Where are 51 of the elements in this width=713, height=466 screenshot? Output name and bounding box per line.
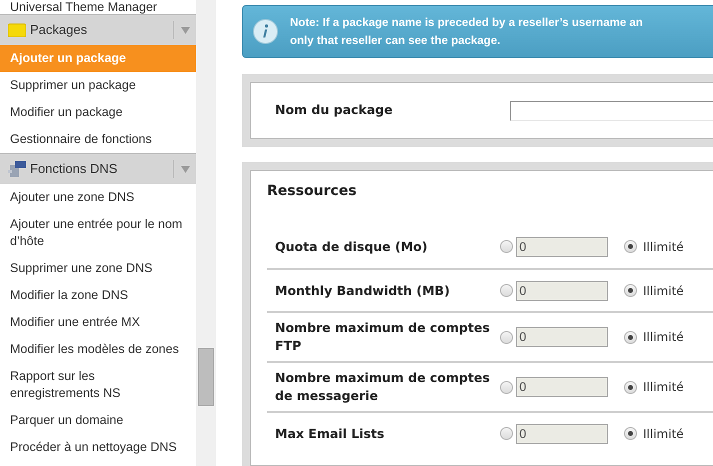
radio-button[interactable] xyxy=(500,240,513,254)
folder-icon xyxy=(8,23,26,37)
menu-item[interactable]: Universal Theme Manager xyxy=(0,0,196,14)
input-field[interactable]: 0 xyxy=(516,424,608,444)
caret-icon xyxy=(180,26,190,34)
menu-item[interactable]: Supprimer un package xyxy=(0,72,196,99)
section-header[interactable]: Packages xyxy=(0,14,196,45)
option-label: Illimité xyxy=(643,238,684,256)
menu-item[interactable]: Procéder à un nettoyage DNS xyxy=(0,434,196,461)
radio-button[interactable] xyxy=(624,380,637,394)
radio-button[interactable] xyxy=(500,427,513,440)
input-field[interactable]: 0 xyxy=(516,327,608,348)
radio-button[interactable] xyxy=(500,330,513,344)
input-field[interactable] xyxy=(510,100,713,121)
menu-item[interactable]: Ajouter une entrée pour le nom d’hôte xyxy=(0,211,196,255)
field-label: Quota de disque (Mo) xyxy=(275,238,428,256)
server-icon xyxy=(8,161,26,177)
option-label: Illimité xyxy=(643,329,684,346)
input-field[interactable]: 0 xyxy=(516,377,608,398)
menu-item[interactable]: Rapport sur les enregistrements NS xyxy=(0,363,196,407)
scrollbar-thumb[interactable] xyxy=(198,348,214,406)
menu-item[interactable]: Modifier une entrée MX xyxy=(0,309,196,336)
menu-item[interactable]: Gestionnaire de fonctions xyxy=(0,126,196,153)
radio-button[interactable] xyxy=(624,330,637,344)
menu-item[interactable]: Supprimer une zone DNS xyxy=(0,255,196,282)
input-field[interactable]: 0 xyxy=(516,236,608,257)
radio-button[interactable] xyxy=(624,284,637,298)
radio-button[interactable] xyxy=(624,427,637,440)
note-text: only that reseller can see the package. xyxy=(290,34,502,49)
menu-item[interactable]: Parquer un domaine xyxy=(0,407,196,434)
section-header[interactable]: Fonctions DNS xyxy=(0,153,196,184)
field-label: Nom du package xyxy=(275,101,394,120)
option-label: Illimité xyxy=(643,426,684,443)
field-label: Max Email Lists xyxy=(275,424,386,443)
info-icon xyxy=(253,19,278,44)
radio-button[interactable] xyxy=(500,380,513,394)
option-label: Illimité xyxy=(643,379,684,396)
field-label: Nombre maximum de comptes FTP xyxy=(275,319,491,356)
field-label: Monthly Bandwidth (MB) xyxy=(275,282,451,300)
menu-item[interactable]: Modifier un package xyxy=(0,99,196,126)
input-field[interactable]: 0 xyxy=(516,280,608,301)
menu-item[interactable]: Modifier la zone DNS xyxy=(0,282,196,309)
option-label: Illimité xyxy=(643,282,684,300)
caret-icon xyxy=(180,166,190,172)
note-text: Note: If a package name is preceded by a reseller’s username an xyxy=(290,16,643,31)
field-label: Nombre maximum de comptes de messagerie xyxy=(275,369,491,406)
radio-button[interactable] xyxy=(500,284,513,298)
menu-item[interactable]: Modifier les modèles de zones xyxy=(0,336,196,363)
section-title: Ressources xyxy=(267,182,358,202)
radio-button[interactable] xyxy=(624,240,637,254)
menu-item[interactable]: Ajouter une zone DNS xyxy=(0,184,196,211)
